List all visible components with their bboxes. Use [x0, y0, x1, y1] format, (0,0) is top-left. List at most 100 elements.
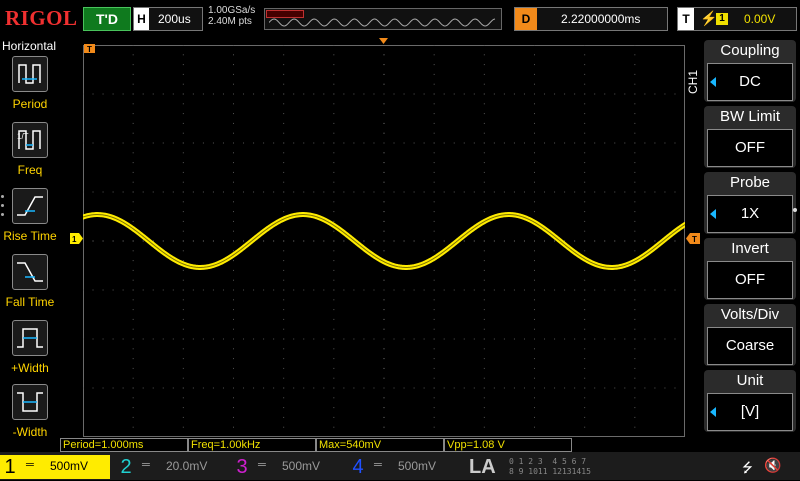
measure-freq-button[interactable]: 1/T Freq — [0, 122, 60, 186]
menu-bw-limit-title: BW Limit — [720, 108, 780, 125]
measure-vpp-result: Vpp=1.08 V — [444, 438, 572, 452]
ch4-number: 4 — [352, 456, 364, 478]
la-channel-bits: 0 1 2 3 4 5 6 78 9 1011 12131415 — [509, 457, 591, 477]
menu-probe[interactable]: Probe 1X — [704, 172, 796, 234]
measure-positive-width-label: +Width — [11, 361, 49, 375]
ch1-scale: 500mV — [50, 459, 89, 473]
waveform-display[interactable] — [83, 45, 685, 437]
measure-rise-time-label: Rise Time — [3, 229, 57, 243]
measure-fall-time-button[interactable]: Fall Time — [0, 254, 60, 318]
period-icon — [12, 56, 48, 92]
horizontal-delay[interactable]: D 2.22000000ms — [514, 7, 668, 31]
usb-icon: ⭍ — [742, 460, 753, 475]
menu-unit[interactable]: Unit [V] — [704, 370, 796, 432]
dc-coupling-icon: ═ — [258, 459, 266, 471]
ch3-scale: 500mV — [282, 459, 321, 473]
menu-bw-limit[interactable]: BW Limit OFF — [704, 106, 796, 168]
dc-coupling-icon: ═ — [142, 459, 150, 471]
ch4-scale: 500mV — [398, 459, 437, 473]
la-bits-row1: 0 1 2 3 4 5 6 7 — [509, 457, 587, 466]
channel-status-bar: 1 ═ 500mV 2 ═ 20.0mV 3 ═ 500mV 4 ═ 500mV… — [0, 452, 800, 480]
ch4-status[interactable]: 4 ═ 500mV — [348, 455, 458, 479]
dc-coupling-icon: ═ — [374, 459, 382, 471]
run-status-badge[interactable]: T'D — [83, 7, 131, 31]
speaker-mute-icon[interactable]: 🔇 — [764, 457, 781, 474]
rigol-logo: RIGOL — [5, 6, 78, 30]
ch3-status[interactable]: 3 ═ 500mV — [232, 455, 342, 479]
channel-menu: Coupling DC BW Limit OFF Probe 1X Invert… — [700, 38, 800, 438]
measure-period-button[interactable]: Period — [0, 56, 60, 120]
ch3-number: 3 — [236, 456, 248, 478]
measure-rise-time-button[interactable]: Rise Time — [0, 188, 60, 252]
measure-positive-width-button[interactable]: +Width — [0, 320, 60, 384]
menu-probe-title: Probe — [729, 174, 771, 191]
trigger-label: T — [678, 8, 694, 30]
svg-text:T: T — [87, 45, 92, 54]
measure-negative-width-label: -Width — [12, 425, 48, 439]
timebase-value: 200us — [158, 12, 191, 26]
svg-text:1/T: 1/T — [17, 132, 29, 141]
sidebar-page-dots — [1, 195, 5, 222]
memory-depth: 2.40M pts — [208, 16, 252, 27]
svg-text:T: T — [692, 235, 697, 244]
trigger-level-marker[interactable]: T — [686, 233, 700, 244]
menu-bw-limit-value: OFF — [707, 129, 793, 167]
svg-text:1: 1 — [72, 235, 77, 244]
logic-analyzer-status[interactable]: LA 0 1 2 3 4 5 6 78 9 1011 12131415 — [455, 455, 605, 479]
ch1-status[interactable]: 1 ═ 500mV — [0, 455, 110, 479]
select-arrow-icon — [710, 407, 716, 417]
trigger-delay-marker — [379, 38, 388, 44]
memory-position-bar[interactable] — [264, 8, 502, 30]
top-status-bar: RIGOL T'D H 200us 1.00GSa/s 2.40M pts D … — [0, 0, 800, 38]
ch2-scale: 20.0mV — [166, 459, 208, 473]
la-label: LA — [469, 456, 496, 478]
measure-freq-result: Freq=1.00kHz — [188, 438, 316, 452]
menu-unit-title: Unit — [736, 372, 764, 389]
horizontal-timebase[interactable]: H 200us — [133, 7, 203, 31]
menu-page-indicator — [793, 208, 797, 212]
menu-invert[interactable]: Invert OFF — [704, 238, 796, 300]
timebase-label: H — [134, 8, 149, 30]
sample-rate: 1.00GSa/s — [208, 5, 256, 16]
measure-period-label: Period — [12, 97, 48, 111]
delay-value: 2.22000000ms — [561, 12, 641, 26]
delay-label: D — [515, 8, 537, 30]
trigger-position-marker[interactable]: T — [84, 44, 96, 54]
measurement-results: Period=1.000ms Freq=1.00kHz Max=540mV Vp… — [60, 438, 700, 452]
menu-coupling-value: DC — [707, 63, 793, 101]
ch1-offset-marker[interactable]: 1 — [70, 233, 84, 244]
menu-channel-label: CH1 — [686, 70, 700, 95]
memory-window-indicator — [266, 10, 304, 18]
la-bits-row2: 8 9 1011 12131415 — [509, 467, 591, 476]
menu-unit-value: [V] — [707, 393, 793, 431]
select-arrow-icon — [710, 77, 716, 87]
trigger-source: 1 — [716, 13, 728, 25]
positive-width-icon — [12, 320, 48, 356]
sidebar-title: Horizontal — [2, 39, 57, 53]
menu-invert-title: Invert — [731, 240, 769, 257]
negative-width-icon — [12, 384, 48, 420]
memory-waveform-preview — [269, 18, 496, 27]
ch2-status[interactable]: 2 ═ 20.0mV — [116, 455, 226, 479]
menu-volts-div-title: Volts/Div — [720, 306, 780, 323]
dc-coupling-icon: ═ — [26, 459, 34, 471]
rise-time-icon — [12, 188, 48, 224]
menu-volts-div[interactable]: Volts/Div Coarse — [704, 304, 796, 366]
ch1-number: 1 — [0, 455, 20, 479]
ch2-number: 2 — [120, 456, 132, 478]
measure-freq-label: Freq — [17, 163, 43, 177]
menu-coupling[interactable]: Coupling DC — [704, 40, 796, 102]
measure-fall-time-label: Fall Time — [5, 295, 55, 309]
menu-coupling-title: Coupling — [720, 42, 780, 59]
acquisition-info: 1.00GSa/s 2.40M pts — [208, 5, 255, 27]
measure-period-result: Period=1.000ms — [60, 438, 188, 452]
trigger-status[interactable]: T ⚡ 1 0.00V — [677, 7, 797, 31]
frequency-icon: 1/T — [12, 122, 48, 158]
measure-max-result: Max=540mV — [316, 438, 444, 452]
rising-edge-icon: ⚡ — [700, 10, 718, 26]
menu-probe-value: 1X — [707, 195, 793, 233]
measure-negative-width-button[interactable]: -Width — [0, 384, 60, 448]
fall-time-icon — [12, 254, 48, 290]
trigger-level: 0.00V — [744, 12, 776, 26]
menu-volts-div-value: Coarse — [707, 327, 793, 365]
